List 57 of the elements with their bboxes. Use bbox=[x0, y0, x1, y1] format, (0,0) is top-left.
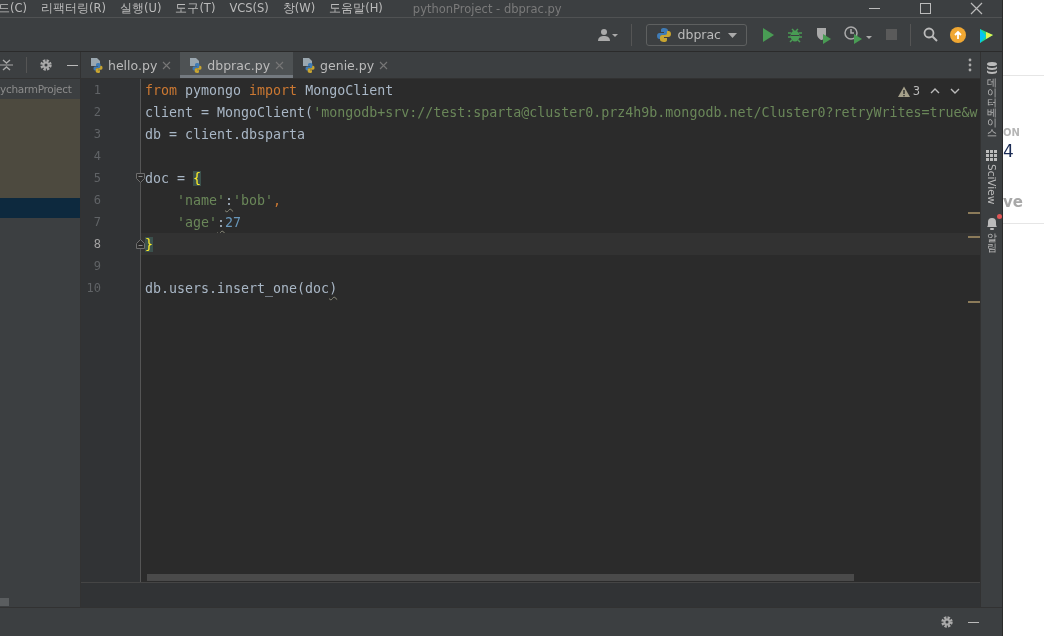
background-page-text: ve bbox=[1003, 193, 1024, 211]
collapse-all-icon[interactable] bbox=[0, 58, 14, 72]
editor-tab[interactable]: genie.py bbox=[293, 52, 398, 78]
previous-icon[interactable] bbox=[930, 87, 940, 95]
run-icon[interactable] bbox=[761, 26, 775, 43]
menu-item[interactable]: VCS(S) bbox=[229, 1, 269, 16]
grid-icon[interactable] bbox=[986, 150, 997, 161]
scrollbar-thumb[interactable] bbox=[0, 598, 9, 606]
line-number: 8 bbox=[92, 236, 101, 253]
python-file-icon bbox=[302, 57, 316, 73]
project-path: ycharmProject bbox=[0, 82, 72, 97]
menu-item[interactable]: 실행(U) bbox=[120, 1, 162, 16]
python-file-icon bbox=[189, 57, 203, 73]
user-icon[interactable] bbox=[596, 26, 619, 43]
close-tab-icon[interactable] bbox=[162, 60, 172, 70]
horizontal-scrollbar-thumb[interactable] bbox=[147, 574, 854, 581]
run-configuration-dropdown[interactable]: dbprac bbox=[645, 23, 747, 46]
background-page-text: ON bbox=[1003, 127, 1021, 138]
problems-indicator[interactable]: 3 bbox=[897, 84, 920, 98]
debug-icon[interactable] bbox=[787, 26, 803, 43]
coverage-icon[interactable] bbox=[815, 25, 832, 44]
next-icon[interactable] bbox=[950, 87, 960, 95]
warning-icon bbox=[897, 85, 910, 97]
profile-icon[interactable] bbox=[844, 25, 873, 44]
code-line: 'age':27 bbox=[176, 214, 242, 232]
python-file-icon bbox=[90, 57, 103, 73]
background-page-text: 4 bbox=[1003, 141, 1015, 161]
code-line: db.users.insert_one(doc) bbox=[145, 280, 338, 299]
database-icon[interactable] bbox=[985, 61, 998, 75]
tool-window-button[interactable]: SciView bbox=[985, 164, 998, 205]
tool-window-button[interactable]: 알림 bbox=[986, 233, 997, 254]
close-tab-icon[interactable] bbox=[379, 60, 389, 70]
search-icon[interactable] bbox=[923, 27, 938, 42]
settings-icon[interactable] bbox=[940, 615, 954, 629]
fold-start-icon[interactable] bbox=[136, 173, 145, 183]
editor-tab[interactable]: hello.py bbox=[81, 52, 181, 78]
window-title: pythonProject - dbprac.py bbox=[412, 1, 563, 16]
code-line: 'name':'bob', bbox=[176, 192, 282, 210]
editor-tab[interactable]: dbprac.py bbox=[180, 52, 294, 78]
more-options-icon[interactable] bbox=[968, 58, 972, 72]
maximize-icon[interactable] bbox=[918, 1, 933, 16]
python-icon bbox=[655, 26, 672, 43]
menu-item[interactable]: 도구(T) bbox=[175, 1, 216, 16]
settings-icon[interactable] bbox=[39, 58, 53, 72]
fold-end-icon[interactable] bbox=[136, 239, 145, 249]
app-logo-icon[interactable] bbox=[978, 26, 994, 43]
code-line: from pymongo import MongoClient bbox=[145, 82, 394, 100]
bell-icon[interactable] bbox=[984, 216, 999, 231]
menu-item[interactable]: 리팩터링(R) bbox=[41, 1, 106, 16]
tool-window-button[interactable]: 데이터베이스 bbox=[986, 78, 997, 138]
close-icon[interactable] bbox=[969, 1, 984, 16]
update-icon[interactable] bbox=[950, 26, 966, 43]
code-line: client = MongoClient('mongodb+srv://test:sparta@cluster0.prz4h9b.mongodb.net/Cluster0?retryWrites=true&w bbox=[145, 104, 978, 122]
menu-item[interactable]: 창(W) bbox=[282, 1, 316, 16]
code-line: db = client.dbsparta bbox=[145, 126, 306, 144]
code-line: doc = { bbox=[145, 170, 202, 188]
menu-item[interactable]: 도움말(H) bbox=[329, 1, 383, 16]
